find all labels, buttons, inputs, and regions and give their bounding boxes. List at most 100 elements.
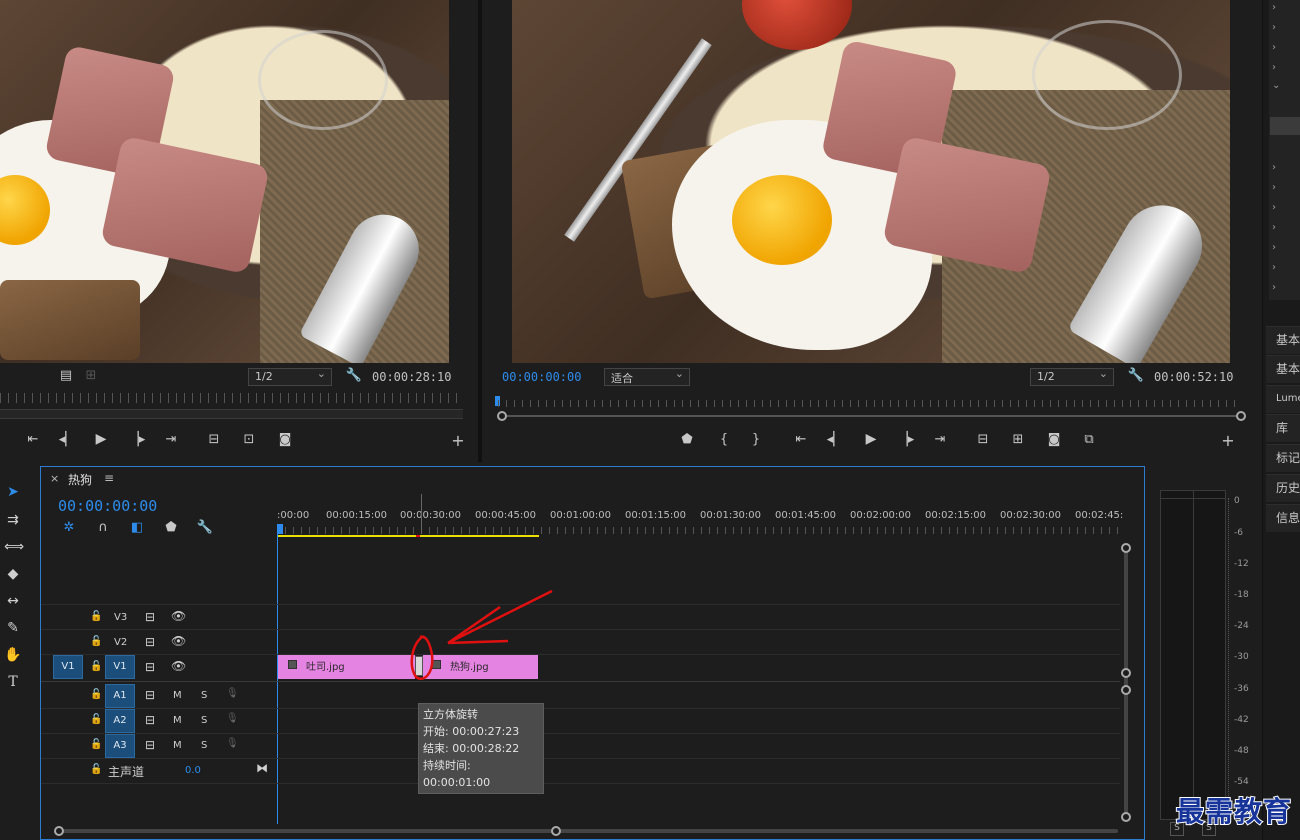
lock-icon[interactable]: 🔓: [90, 739, 102, 750]
microphone-icon[interactable]: 🎙: [226, 713, 239, 724]
program-ruler[interactable]: [498, 400, 1240, 407]
compare-icon[interactable]: ⧉: [1078, 432, 1100, 447]
timeline-current-time[interactable]: 00:00:00:00: [58, 497, 157, 515]
track-select-tool-icon[interactable]: ⇉: [4, 512, 22, 528]
mute-button[interactable]: M: [173, 690, 182, 701]
panel-tab-markers[interactable]: 标记: [1266, 444, 1300, 472]
add-button-icon[interactable]: +: [447, 431, 469, 450]
timeline-playhead-head[interactable]: [277, 524, 283, 534]
chevron-right-icon[interactable]: ›: [1272, 2, 1276, 13]
master-end-icon[interactable]: ⧓: [256, 761, 268, 775]
wrench-icon[interactable]: 🔧: [1125, 368, 1147, 383]
linked-selection-icon[interactable]: ◧: [126, 520, 148, 535]
razor-tool-icon[interactable]: ◆: [4, 566, 22, 582]
sync-lock-icon[interactable]: ⊟: [145, 660, 155, 674]
chevron-right-icon[interactable]: ›: [1272, 222, 1276, 233]
step-back-icon[interactable]: ◂▏: [56, 432, 78, 447]
go-to-out-icon[interactable]: ⇥: [929, 432, 951, 447]
step-forward-icon[interactable]: ▕▸: [126, 432, 148, 447]
microphone-icon[interactable]: 🎙: [226, 738, 239, 749]
selection-tool-icon[interactable]: ➤: [4, 484, 22, 500]
export-frame-icon[interactable]: ▤: [55, 368, 77, 383]
scroll-handle[interactable]: [1121, 668, 1131, 678]
scroll-handle[interactable]: [1121, 543, 1131, 553]
chevron-right-icon[interactable]: ›: [1272, 262, 1276, 273]
vertical-scrollbar[interactable]: [1124, 545, 1128, 817]
chevron-right-icon[interactable]: ›: [1272, 282, 1276, 293]
type-tool-icon[interactable]: T: [4, 674, 22, 690]
source-zoom-dropdown[interactable]: 1/2: [248, 367, 332, 386]
lock-icon[interactable]: 🔓: [90, 764, 102, 775]
nest-icon[interactable]: ✲: [58, 520, 80, 535]
sync-lock-icon[interactable]: ⊟: [145, 635, 155, 649]
scroll-handle[interactable]: [1121, 685, 1131, 695]
go-to-in-icon[interactable]: ⇤: [22, 432, 44, 447]
overwrite-icon[interactable]: ⊡: [238, 432, 260, 447]
lift-icon[interactable]: ⊟: [972, 432, 994, 447]
add-button-icon[interactable]: +: [1217, 431, 1239, 450]
play-icon[interactable]: ▶: [90, 431, 112, 447]
mute-button[interactable]: M: [173, 715, 182, 726]
solo-button[interactable]: S: [201, 715, 207, 726]
selected-row[interactable]: [1270, 117, 1300, 135]
zoom-handle-right[interactable]: [1236, 411, 1246, 421]
eye-icon[interactable]: 👁: [171, 634, 186, 648]
program-zoom-dropdown[interactable]: 1/2: [1030, 367, 1114, 386]
timeline-ruler[interactable]: [277, 527, 1120, 534]
wrench-icon[interactable]: 🔧: [343, 368, 365, 383]
sync-lock-icon[interactable]: ⊟: [145, 713, 155, 727]
zoom-handle-left[interactable]: [497, 411, 507, 421]
panel-tab-essential-1[interactable]: 基本: [1266, 326, 1300, 354]
chevron-down-icon[interactable]: ⌄: [1272, 80, 1280, 91]
master-volume[interactable]: 0.0: [185, 765, 201, 776]
panel-tab-info[interactable]: 信息: [1266, 504, 1300, 532]
lock-icon[interactable]: 🔓: [90, 714, 102, 725]
lock-icon[interactable]: 🔓: [90, 689, 102, 700]
track-target-a1[interactable]: A1: [105, 684, 135, 708]
play-icon[interactable]: ▶: [860, 431, 882, 447]
chevron-right-icon[interactable]: ›: [1272, 162, 1276, 173]
go-to-in-icon[interactable]: ⇤: [790, 432, 812, 447]
track-target-a2[interactable]: A2: [105, 709, 135, 733]
timeline-settings-wrench-icon[interactable]: 🔧: [194, 520, 216, 535]
fit-dropdown[interactable]: 适合: [604, 367, 690, 386]
panel-tab-lumetri[interactable]: Lume: [1266, 385, 1300, 413]
mark-out-icon[interactable]: }: [745, 432, 767, 447]
source-ruler[interactable]: [0, 393, 463, 403]
track-target-v1[interactable]: V1: [105, 655, 135, 679]
marker-icon[interactable]: ⬟: [676, 432, 698, 447]
step-forward-icon[interactable]: ▕▸: [895, 432, 917, 447]
snap-magnet-icon[interactable]: ∩: [92, 520, 114, 535]
camera-icon[interactable]: ◙: [274, 432, 296, 447]
sync-lock-icon[interactable]: ⊟: [145, 688, 155, 702]
go-to-out-icon[interactable]: ⇥: [160, 432, 182, 447]
panel-tab-history[interactable]: 历史: [1266, 474, 1300, 502]
microphone-icon[interactable]: 🎙: [226, 688, 239, 699]
work-area-bar[interactable]: [277, 535, 539, 537]
lock-icon[interactable]: 🔓: [90, 636, 102, 647]
chevron-right-icon[interactable]: ›: [1272, 42, 1276, 53]
slip-tool-icon[interactable]: ↔: [4, 593, 22, 609]
source-patch-v1[interactable]: V1: [53, 655, 83, 679]
clip-toast[interactable]: 吐司.jpg: [278, 655, 415, 679]
chevron-right-icon[interactable]: ›: [1272, 242, 1276, 253]
sequence-tab[interactable]: 热狗: [68, 471, 92, 488]
track-target-a3[interactable]: A3: [105, 734, 135, 758]
step-back-icon[interactable]: ◂▏: [824, 432, 846, 447]
chevron-right-icon[interactable]: ›: [1272, 22, 1276, 33]
sync-lock-icon[interactable]: ⊟: [145, 610, 155, 624]
zoom-handle[interactable]: [54, 826, 64, 836]
add-marker-icon[interactable]: ⬟: [160, 520, 182, 535]
eye-icon[interactable]: 👁: [171, 609, 186, 623]
hand-tool-icon[interactable]: ✋: [4, 647, 22, 663]
mute-button[interactable]: M: [173, 740, 182, 751]
insert-overwrite-icon[interactable]: ⊞: [80, 368, 102, 383]
pen-tool-icon[interactable]: ✎: [4, 620, 22, 636]
chevron-right-icon[interactable]: ›: [1272, 182, 1276, 193]
horizontal-scrollbar[interactable]: [58, 829, 1118, 833]
camera-icon[interactable]: ◙: [1043, 432, 1065, 447]
panel-tab-library[interactable]: 库: [1266, 414, 1300, 442]
mark-in-icon[interactable]: {: [713, 432, 735, 447]
lock-icon[interactable]: 🔓: [90, 661, 102, 672]
extract-icon[interactable]: ⊞: [1007, 432, 1029, 447]
